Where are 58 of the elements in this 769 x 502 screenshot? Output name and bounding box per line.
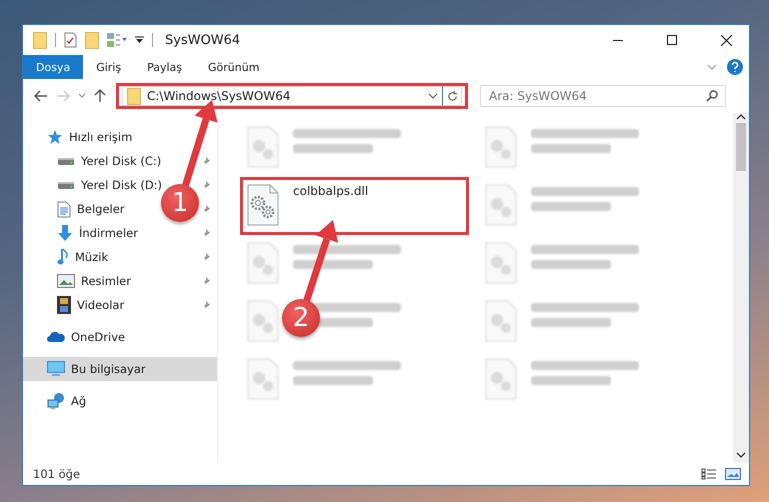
- new-folder-icon: [85, 32, 99, 48]
- properties-icon[interactable]: [64, 32, 77, 48]
- refresh-icon: [446, 90, 458, 102]
- view-dropdown-icon[interactable]: [107, 33, 127, 47]
- arrow-right-icon: [56, 90, 70, 102]
- sidebar-item[interactable]: Resimler: [57, 274, 131, 288]
- refresh-button[interactable]: [442, 86, 462, 106]
- large-icons-view-icon[interactable]: [725, 468, 741, 480]
- help-icon[interactable]: [727, 59, 743, 75]
- network-globe-icon: [47, 392, 65, 410]
- drive-icon: [57, 158, 75, 164]
- sidebar-item[interactable]: Belgeler: [57, 200, 125, 218]
- customize-caret-icon[interactable]: [135, 36, 144, 44]
- sidebar-item[interactable]: Videolar: [57, 296, 124, 314]
- maximize-icon: [667, 35, 677, 45]
- folder-icon: [33, 32, 47, 48]
- cloud-icon: [47, 331, 65, 343]
- scroll-down-icon[interactable]: [736, 451, 746, 459]
- chevron-down-icon: [78, 93, 86, 99]
- details-view-icon[interactable]: [701, 468, 717, 480]
- scroll-up-icon[interactable]: [736, 113, 746, 121]
- back-button[interactable]: [34, 90, 48, 102]
- sidebar-item[interactable]: Müzik: [57, 248, 108, 266]
- sidebar-item[interactable]: Yerel Disk (D:): [57, 178, 162, 192]
- sidebar-item[interactable]: İndirmeler: [57, 224, 138, 242]
- star-icon: [47, 129, 63, 145]
- ribbon-tab[interactable]: Giriş: [83, 55, 134, 79]
- arrow-left-icon: [34, 90, 48, 102]
- up-button[interactable]: [94, 89, 106, 103]
- address-bar[interactable]: C:\Windows\SysWOW64: [122, 86, 442, 106]
- search-field[interactable]: Ara: SysWOW64: [480, 85, 726, 107]
- arrow-up-icon: [94, 89, 106, 103]
- ribbon-tab[interactable]: Görünüm: [195, 55, 272, 79]
- scrollbar[interactable]: [733, 113, 749, 463]
- ribbon-tab[interactable]: Dosya: [23, 55, 84, 79]
- close-icon: [720, 34, 732, 46]
- download-arrow-icon: [57, 224, 73, 242]
- music-note-icon: [57, 248, 69, 266]
- gear-file-icon: [247, 184, 279, 226]
- sidebar-item[interactable]: Hızlı erişim: [47, 129, 132, 145]
- recent-locations-button[interactable]: [78, 93, 86, 99]
- file-item[interactable]: colbbalps.dll: [240, 177, 469, 235]
- search-icon: [706, 90, 718, 102]
- item-count: 101 öğe: [33, 467, 82, 481]
- sidebar-item[interactable]: Ağ: [47, 392, 86, 410]
- sidebar-item[interactable]: OneDrive: [47, 330, 126, 344]
- scroll-thumb[interactable]: [736, 123, 746, 171]
- document-icon: [57, 200, 71, 218]
- folder-icon: [127, 88, 141, 104]
- window-title: SysWOW64: [165, 32, 242, 48]
- sidebar-item[interactable]: Yerel Disk (C:): [57, 154, 162, 168]
- ribbon-tab[interactable]: Paylaş: [134, 55, 195, 79]
- chevron-down-icon[interactable]: [428, 93, 438, 99]
- picture-icon: [57, 274, 75, 288]
- film-strip-icon: [57, 296, 71, 314]
- monitor-icon: [47, 361, 65, 377]
- file-name[interactable]: colbbalps.dll: [293, 184, 368, 232]
- drive-icon: [57, 182, 75, 188]
